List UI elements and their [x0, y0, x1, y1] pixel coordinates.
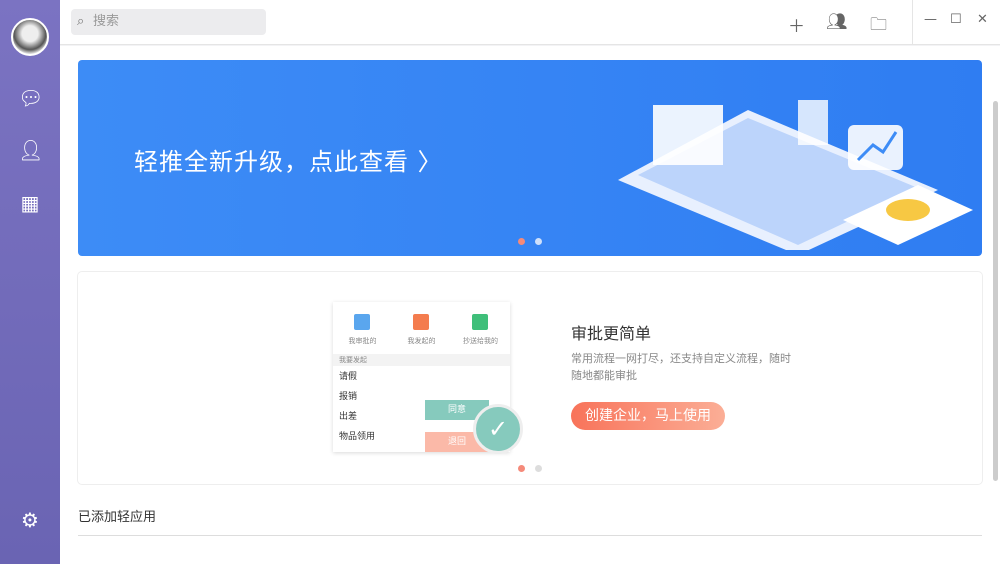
banner-illustration	[618, 100, 973, 250]
maximize-icon[interactable]: ☐	[950, 12, 962, 27]
phone-row: 报销	[339, 392, 358, 402]
top-bar: ⌕ 搜索 ＋ 👥︎ 🗀 — ☐ ✕	[60, 0, 1000, 45]
close-icon[interactable]: ✕	[977, 12, 988, 27]
carousel-dot[interactable]	[535, 465, 542, 472]
phone-row: 出差	[339, 412, 358, 422]
carousel-dot-active[interactable]	[518, 238, 525, 245]
minimize-icon[interactable]: —	[924, 12, 937, 27]
added-apps-heading: 已添加轻应用	[78, 510, 157, 525]
cc-icon	[472, 314, 488, 330]
add-icon[interactable]: ＋	[788, 12, 805, 37]
contacts-icon[interactable]: 👤︎	[18, 138, 43, 162]
apps-grid-icon[interactable]: ▦	[18, 191, 42, 215]
check-icon: ✓	[473, 404, 523, 454]
settings-gear-icon[interactable]: ⚙	[18, 508, 42, 532]
doc-icon	[413, 314, 429, 330]
phone-tab: 抄送给我的	[463, 337, 498, 345]
avatar[interactable]	[11, 18, 49, 56]
upgrade-banner[interactable]: 轻推全新升级，点此查看 〉	[78, 60, 982, 256]
carousel-dot-active[interactable]	[518, 465, 525, 472]
folder-icon[interactable]: 🗀	[870, 12, 887, 41]
phone-row: 物品领用	[339, 432, 376, 442]
scrollbar[interactable]	[993, 101, 998, 481]
chat-icon[interactable]: 💬︎	[18, 86, 43, 110]
phone-row: 请假	[339, 372, 358, 382]
search-input[interactable]: ⌕ 搜索	[71, 9, 266, 35]
feature-title: 审批更简单	[571, 324, 652, 343]
feature-desc: 常用流程一网打尽，还支持自定义流程，随时随地都能审批	[571, 352, 791, 382]
carousel-dot[interactable]	[535, 238, 542, 245]
phone-tab: 我审批的	[348, 337, 377, 345]
group-icon[interactable]: 👥︎	[826, 12, 848, 32]
sidebar: 💬︎ 👤︎ ▦ ⚙	[0, 0, 60, 564]
create-enterprise-button[interactable]: 创建企业，马上使用	[571, 402, 725, 430]
main-content: 轻推全新升级，点此查看 〉 我审批的 我发起的 抄送给我的 我要发起 请假 报销…	[60, 46, 1000, 564]
search-placeholder: 搜索	[93, 14, 120, 29]
feature-card: 我审批的 我发起的 抄送给我的 我要发起 请假 报销 出差 物品领用 同意 退回…	[78, 272, 982, 484]
divider	[78, 535, 982, 536]
approve-icon	[354, 314, 370, 330]
phone-section: 我要发起	[333, 354, 510, 366]
banner-text: 轻推全新升级，点此查看 〉	[134, 148, 443, 176]
divider	[912, 0, 913, 45]
phone-tab: 我发起的	[407, 337, 436, 345]
search-icon: ⌕	[77, 14, 85, 29]
